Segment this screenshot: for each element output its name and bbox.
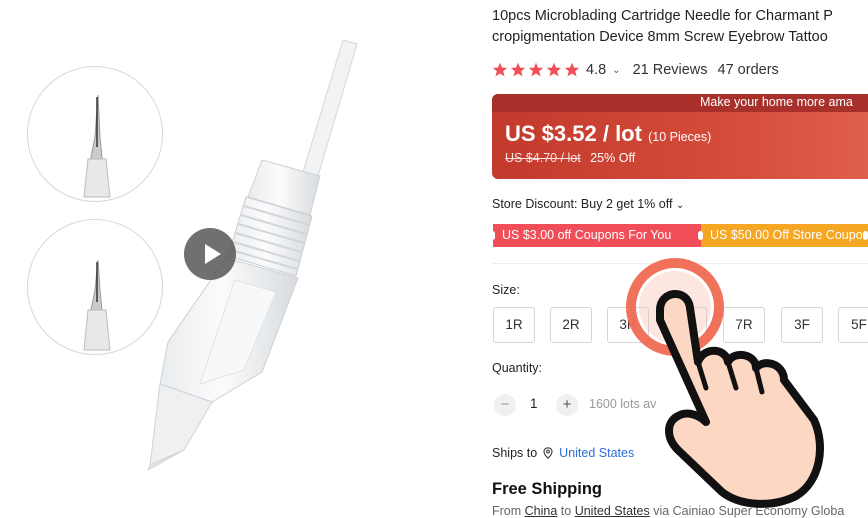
coupon-for-you[interactable]: US $3.00 off Coupons For You [490,224,705,247]
video-play-button[interactable] [184,228,236,280]
location-pin-icon [543,447,553,459]
needle-tip-icon [83,94,111,198]
rating-row: 4.8 ⌄ 21 Reviews 47 orders [492,60,779,80]
from-prefix: From [492,504,525,518]
original-price: US $4.70 / lot [505,151,581,165]
product-image-gallery[interactable] [0,0,470,513]
star-rating [492,62,580,78]
free-shipping-heading: Free Shipping [492,480,603,498]
size-label: Size: [492,283,520,297]
promo-banner[interactable]: Make your home more ama [492,94,868,112]
chevron-down-icon[interactable]: ⌄ [612,65,620,76]
quantity-label: Quantity: [492,361,543,375]
quantity-value[interactable]: 1 [530,396,538,411]
quantity-increase-button[interactable]: + [556,394,578,416]
price-box: Make your home more ama US $3.52 / lot (… [492,94,868,179]
store-coupon[interactable]: US $50.00 Off Store Coupo [698,224,868,247]
needle-tip-icon [83,259,111,351]
star-icon [528,62,544,77]
original-price-row: US $4.70 / lot 25% Off [505,151,635,165]
needle-detail-circle-1 [27,66,163,202]
star-icon [564,62,580,77]
star-icon [546,62,562,77]
store-discount-text: Store Discount: Buy 2 get 1% off [492,197,673,211]
size-option-5f[interactable]: 5F [838,307,868,343]
orders-count: 47 orders [717,62,779,78]
product-title-line-1: 10pcs Microblading Cartridge Needle for … [492,8,833,24]
discount-percent: 25% Off [590,151,636,165]
star-icon [492,62,508,77]
size-option-1r[interactable]: 1R [493,307,535,343]
price-unit-note: (10 Pieces) [648,130,712,144]
needle-detail-circle-2 [27,219,163,355]
product-title-line-2: cropigmentation Device 8mm Screw Eyebrow… [492,29,828,45]
current-price: US $3.52 / lot (10 Pieces) [505,121,711,147]
reviews-link[interactable]: 21 Reviews [633,62,708,78]
to-word: to [557,504,575,518]
promo-banner-text: Make your home more ama [700,95,853,109]
quantity-decrease-button[interactable]: − [494,394,516,416]
play-icon [205,244,221,264]
ships-to-label: Ships to [492,446,538,460]
size-option-2r[interactable]: 2R [550,307,592,343]
tap-pointer-hand-icon [626,258,824,508]
current-price-value: US $3.52 / lot [505,121,642,146]
store-discount[interactable]: Store Discount: Buy 2 get 1% off ⌄ [492,197,684,211]
star-icon [510,62,526,77]
rating-value[interactable]: 4.8 [586,62,606,78]
chevron-down-icon: ⌄ [675,200,685,211]
from-country[interactable]: China [525,504,558,518]
product-title: 10pcs Microblading Cartridge Needle for … [492,6,868,48]
